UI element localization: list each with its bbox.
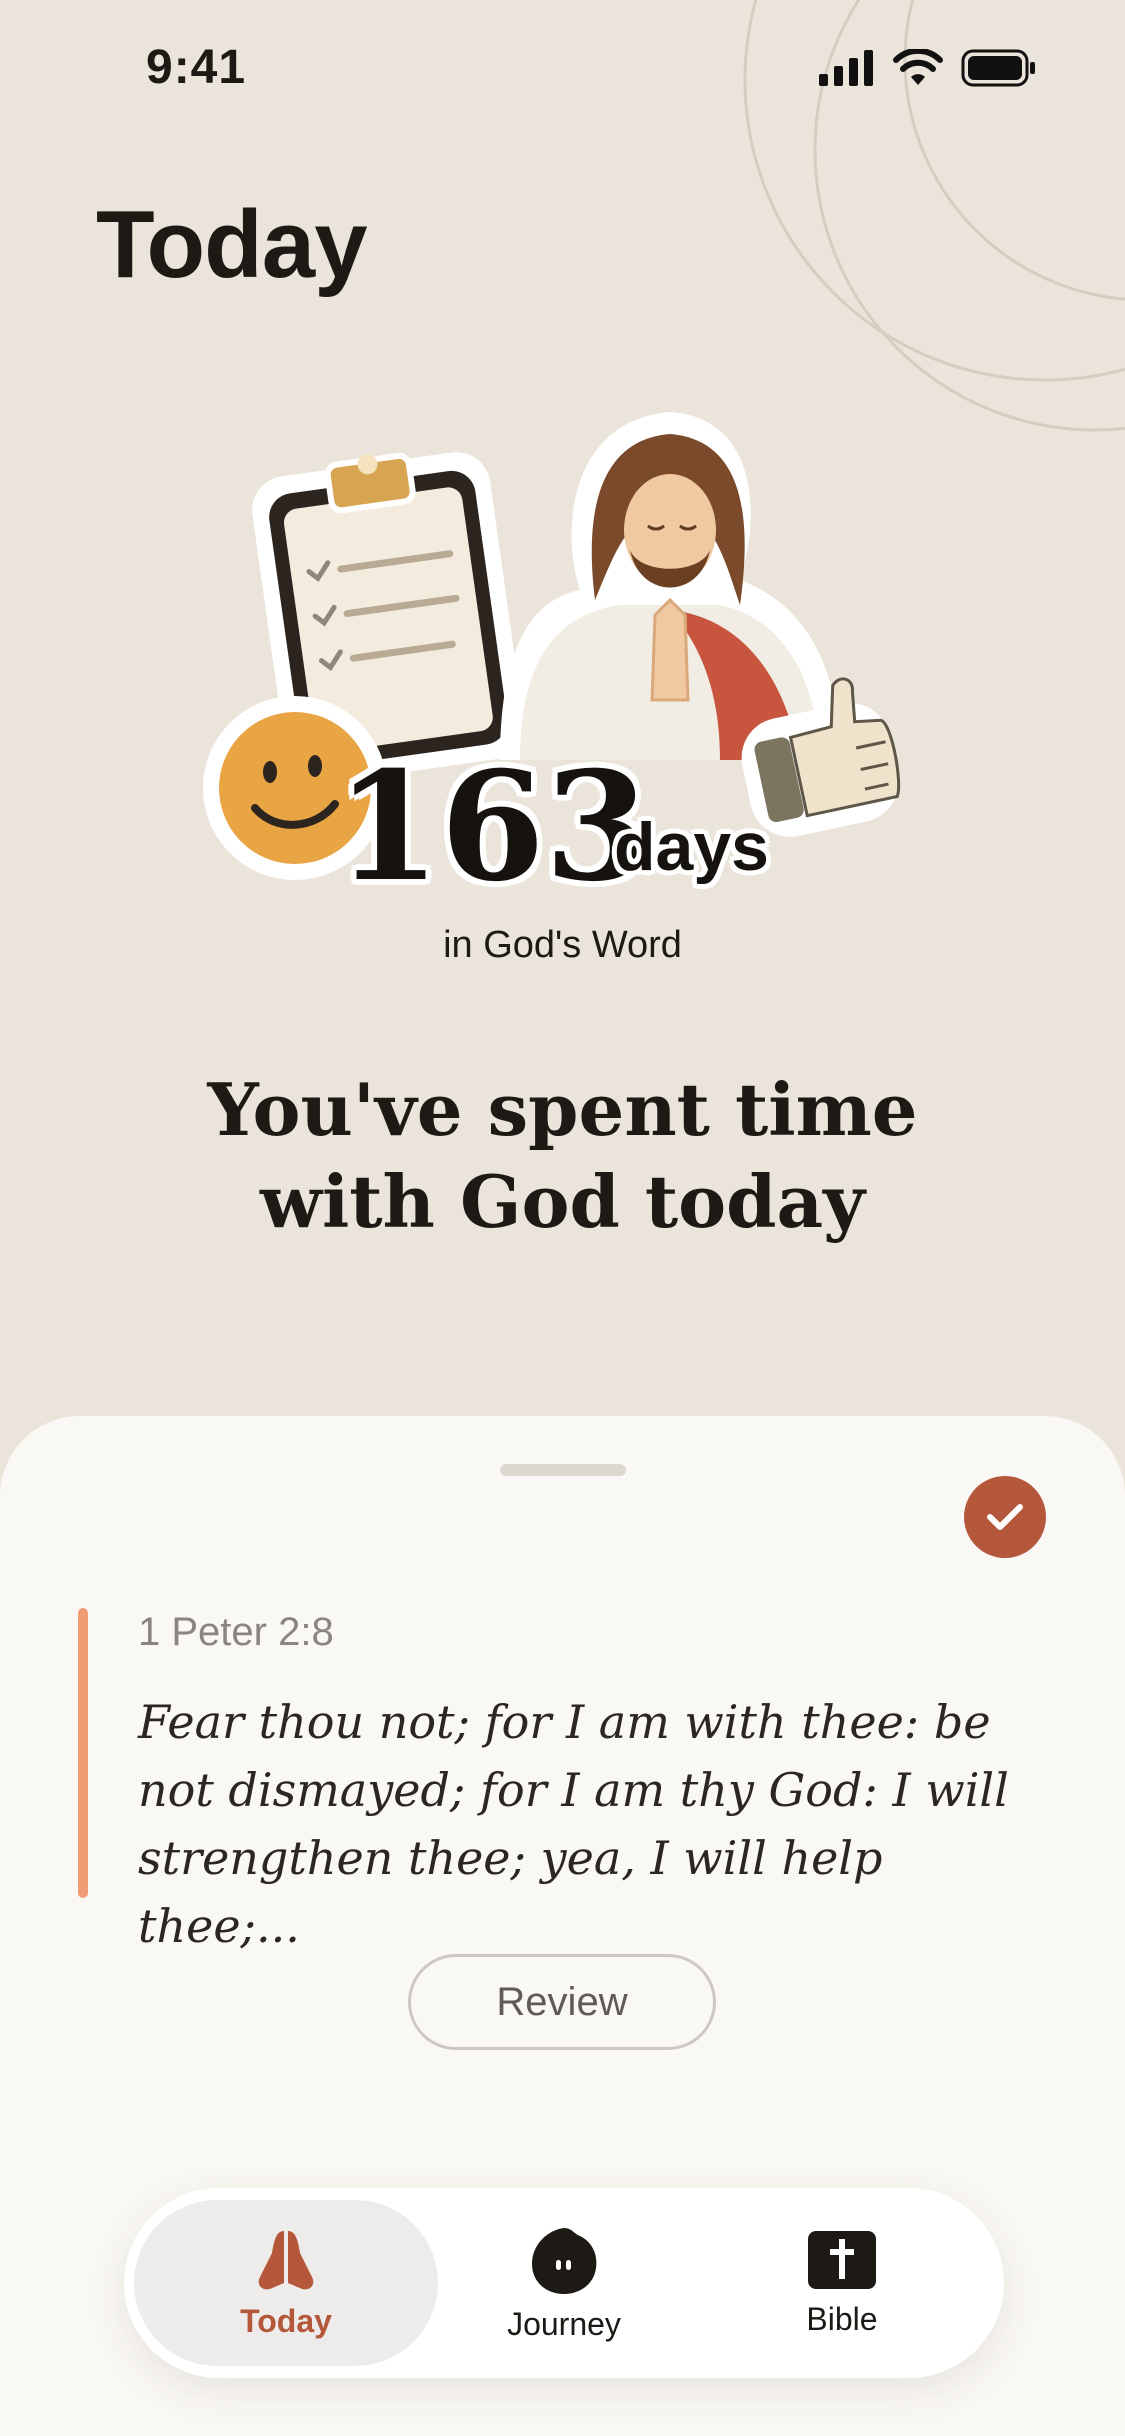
page-title: Today	[96, 191, 368, 298]
signal-icon	[819, 50, 873, 86]
streak-caption: in God's Word	[443, 924, 682, 966]
checkmark-icon	[987, 1504, 1023, 1530]
wifi-icon	[893, 49, 943, 85]
battery-icon	[961, 49, 1035, 87]
completed-check-badge	[964, 1476, 1046, 1558]
review-button[interactable]: Review	[408, 1954, 716, 2050]
verse-card[interactable]: 1 Peter 2:8 Fear thou not; for I am with…	[78, 1608, 1038, 1953]
journey-blob-icon	[532, 2227, 597, 2294]
tab-bible-label: Bible	[806, 2300, 878, 2337]
headline-line-1: You've spent time	[207, 1067, 918, 1152]
praying-figure-sticker	[500, 412, 840, 760]
sheet-grabber[interactable]	[500, 1464, 626, 1476]
tab-journey[interactable]: Journey	[412, 2200, 716, 2366]
verse-accent-bar	[78, 1608, 88, 1898]
streak-count: 163	[336, 739, 650, 915]
status-icons	[819, 48, 1037, 88]
status-bar: 9:41	[0, 0, 1125, 140]
verse-text: Fear thou not; for I am with thee: be no…	[138, 1695, 1009, 1953]
headline: You've spent time with God today	[0, 1064, 1125, 1248]
verse-reference: 1 Peter 2:8	[138, 1610, 334, 1654]
praying-hands-icon	[258, 2230, 314, 2289]
streak-unit: days	[614, 809, 769, 885]
tab-today-label: Today	[240, 2302, 332, 2339]
tab-bible[interactable]: Bible	[690, 2200, 994, 2366]
bible-icon	[808, 2230, 876, 2289]
tab-today[interactable]: Today	[134, 2200, 438, 2366]
tab-journey-label: Journey	[507, 2305, 621, 2342]
status-time: 9:41	[146, 41, 247, 94]
tab-bar: Today Journey Bible	[124, 2188, 1004, 2378]
headline-line-2: with God today	[259, 1159, 866, 1244]
